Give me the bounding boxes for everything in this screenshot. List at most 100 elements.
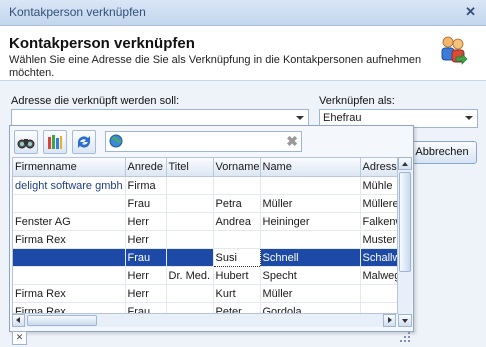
columns-icon[interactable] bbox=[43, 130, 67, 154]
close-icon[interactable]: ✕ bbox=[465, 4, 476, 20]
table-cell: Muster bbox=[360, 230, 397, 249]
table-row[interactable]: Firma Rex Frau Peter Gordola bbox=[13, 302, 397, 313]
table-cell: Schnell bbox=[260, 248, 361, 267]
table-cell bbox=[166, 230, 214, 249]
scroll-down-button[interactable] bbox=[398, 314, 412, 327]
table-cell bbox=[260, 230, 361, 249]
dialog-heading: Kontakperson verknüpfen bbox=[9, 35, 195, 52]
table-cell bbox=[13, 248, 126, 267]
table-cell: Heininger bbox=[260, 212, 361, 231]
table-cell bbox=[166, 302, 214, 313]
table-cell: Hubert bbox=[213, 266, 261, 285]
table-cell: Gordola bbox=[260, 302, 361, 313]
table-header: Firmenname Anrede Titel Vorname Name Adr… bbox=[13, 158, 397, 177]
title-bar: Kontakperson verknüpfen ✕ bbox=[0, 0, 486, 26]
scroll-left-button[interactable] bbox=[12, 314, 25, 327]
table-row[interactable]: Fenster AGHerr AndreaHeiningerFalkenw bbox=[13, 212, 397, 231]
search-input[interactable]: ✖ bbox=[105, 131, 302, 152]
table-cell: Petra bbox=[213, 194, 261, 213]
table-cell bbox=[213, 176, 261, 195]
col-adresse[interactable]: Adresse bbox=[360, 158, 397, 177]
table-cell: Schallw bbox=[360, 248, 397, 267]
chevron-down-icon[interactable] bbox=[465, 116, 473, 120]
table-row-selected[interactable]: Frau Susi Schnell Schallw bbox=[13, 248, 397, 267]
table-cell: Firma Rex bbox=[13, 284, 126, 303]
col-name[interactable]: Name bbox=[260, 158, 361, 177]
refresh-icon[interactable] bbox=[72, 130, 96, 154]
table-row[interactable]: Herr Dr. Med. Hubert Specht Malweg bbox=[13, 266, 397, 285]
table-cell: Andrea bbox=[213, 212, 261, 231]
table-cell bbox=[13, 266, 126, 285]
table-cell: Firma Rex bbox=[13, 230, 126, 249]
window-title: Kontakperson verknüpfen bbox=[9, 5, 146, 19]
table-cell bbox=[213, 230, 261, 249]
scroll-right-button[interactable] bbox=[383, 314, 396, 327]
table-cell: Frau bbox=[125, 248, 167, 267]
table-cell: Peter bbox=[213, 302, 261, 313]
table-cell bbox=[260, 176, 361, 195]
table-cell: Firma bbox=[125, 176, 167, 195]
table-cell: Müller bbox=[260, 284, 361, 303]
table-cell: Dr. Med. bbox=[166, 266, 214, 285]
table-cell: Falkenw bbox=[360, 212, 397, 231]
address-dropdown: ✖ Firmenname Anrede Titel Vorname Name A… bbox=[9, 125, 414, 332]
table-cell: Müllere bbox=[360, 194, 397, 213]
table-row[interactable]: Frau Petra Müller Müllere bbox=[13, 194, 397, 213]
address-table: Firmenname Anrede Titel Vorname Name Adr… bbox=[13, 158, 397, 313]
dialog-header: Kontakperson verknüpfen Wählen Sie eine … bbox=[0, 26, 486, 81]
table-cell: Mühle bbox=[360, 176, 397, 195]
chevron-down-icon[interactable] bbox=[296, 116, 304, 120]
binoculars-icon[interactable] bbox=[14, 130, 38, 154]
vertical-scrollbar[interactable] bbox=[398, 157, 412, 327]
dropdown-toolbar: ✖ bbox=[12, 129, 407, 154]
table-cell: Frau bbox=[125, 194, 167, 213]
table-cell: Malweg bbox=[360, 266, 397, 285]
cancel-button[interactable]: Abbrechen bbox=[407, 141, 477, 164]
globe-icon bbox=[109, 134, 123, 148]
table-cell bbox=[166, 212, 214, 231]
people-icon bbox=[441, 36, 468, 65]
table-cell: delight software gmbh bbox=[13, 176, 126, 195]
table-cell: Firma Rex bbox=[13, 302, 126, 313]
vertical-scroll-thumb[interactable] bbox=[399, 172, 411, 272]
arrow-right-icon bbox=[388, 317, 392, 323]
horizontal-scroll-thumb[interactable] bbox=[27, 315, 97, 326]
table-cell: Specht bbox=[260, 266, 361, 285]
arrow-up-icon bbox=[402, 162, 408, 166]
table-cell bbox=[360, 284, 397, 303]
table-cell: Kurt bbox=[213, 284, 261, 303]
table-row[interactable]: delight software gmbh Firma Mühle bbox=[13, 176, 397, 195]
link-label: Verknüpfen als: bbox=[319, 95, 395, 107]
dialog-description: Wählen Sie eine Adresse die Sie als Verk… bbox=[9, 54, 422, 79]
table-cell: Herr bbox=[125, 266, 167, 285]
resize-grip-icon[interactable] bbox=[399, 331, 411, 343]
table-cell bbox=[166, 194, 214, 213]
address-label: Adresse die verknüpft werden soll: bbox=[11, 95, 180, 107]
address-grid: Firmenname Anrede Titel Vorname Name Adr… bbox=[12, 157, 398, 314]
col-titel[interactable]: Titel bbox=[166, 158, 214, 177]
col-firmenname[interactable]: Firmenname bbox=[13, 158, 126, 177]
table-row[interactable]: Firma Rex Herr Kurt Müller bbox=[13, 284, 397, 303]
horizontal-scrollbar[interactable] bbox=[12, 314, 396, 327]
table-cell bbox=[166, 284, 214, 303]
table-cell: Müller bbox=[260, 194, 361, 213]
arrow-down-icon bbox=[402, 319, 408, 323]
close-popup-icon[interactable]: ✕ bbox=[12, 331, 27, 345]
table-cell bbox=[166, 176, 214, 195]
table-cell: Herr bbox=[125, 230, 167, 249]
clear-icon[interactable]: ✖ bbox=[286, 133, 298, 150]
table-cell bbox=[166, 248, 214, 267]
scroll-up-button[interactable] bbox=[398, 157, 412, 170]
col-anrede[interactable]: Anrede bbox=[125, 158, 167, 177]
table-cell: Fenster AG bbox=[13, 212, 126, 231]
table-cell: Frau bbox=[125, 302, 167, 313]
col-vorname[interactable]: Vorname bbox=[213, 158, 261, 177]
link-value: Ehefrau bbox=[323, 112, 362, 124]
table-cell bbox=[13, 194, 126, 213]
table-cell: Herr bbox=[125, 212, 167, 231]
table-cell: Herr bbox=[125, 284, 167, 303]
table-cell-focused: Susi bbox=[212, 248, 261, 267]
table-cell bbox=[360, 302, 397, 313]
arrow-left-icon bbox=[16, 317, 20, 323]
table-row[interactable]: Firma Rex Herr Muster bbox=[13, 230, 397, 249]
